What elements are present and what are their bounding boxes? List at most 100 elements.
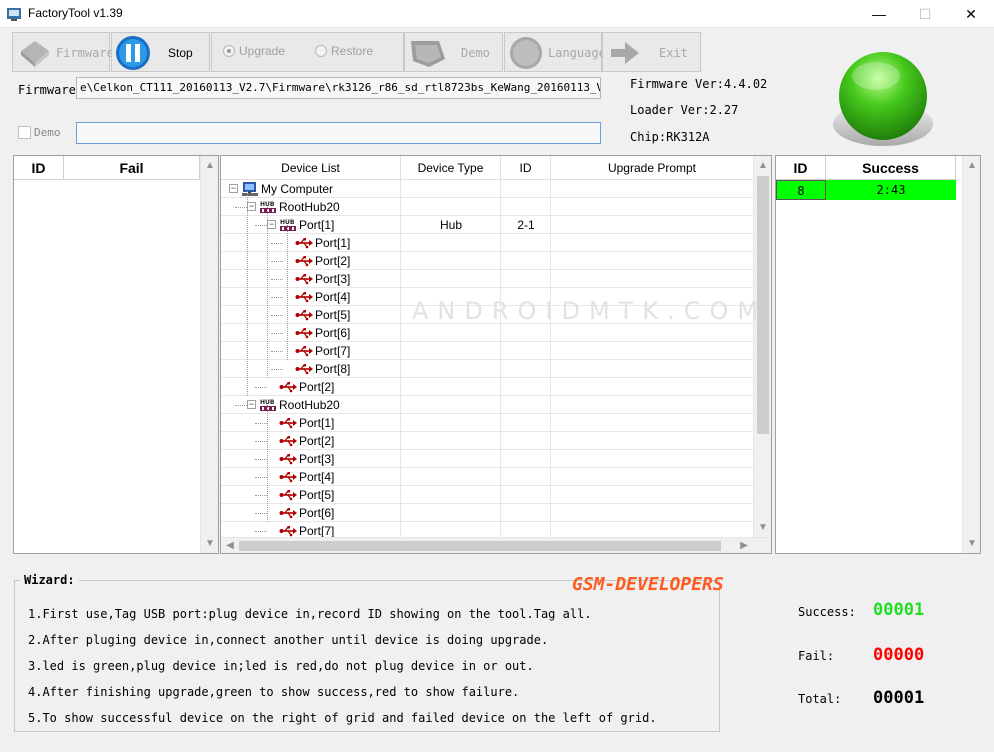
tree-row[interactable]: Port[1] — [221, 414, 754, 432]
tree-cell — [401, 432, 501, 450]
firmware-path-field[interactable]: e\Celkon_CT111_20160113_V2.7\Firmware\rk… — [76, 77, 601, 99]
tree-node-label: Port[1] — [299, 416, 335, 430]
tree-row[interactable]: Port[7] — [221, 342, 754, 360]
tree-row[interactable]: Port[3] — [221, 450, 754, 468]
tree-node-label: Port[8] — [315, 362, 351, 376]
usb-icon — [295, 328, 313, 339]
tree-connector — [271, 261, 283, 262]
stop-button[interactable]: Stop — [111, 32, 210, 72]
tree-node-label: Port[4] — [299, 470, 335, 484]
tree-header-device-list[interactable]: Device List — [221, 156, 401, 180]
collapse-icon[interactable]: − — [267, 220, 276, 229]
tree-cell — [551, 468, 754, 486]
tree-node-label: My Computer — [261, 182, 334, 196]
tree-node-label: Port[1] — [315, 236, 351, 250]
tree-cell — [401, 270, 501, 288]
brand-mark: GSM-DEVELOPERS — [572, 574, 724, 595]
tree-connector — [271, 369, 283, 370]
tree-node-label: Port[2] — [299, 434, 335, 448]
scroll-up-icon[interactable]: ▲ — [201, 158, 218, 174]
tree-row[interactable]: Port[3] — [221, 270, 754, 288]
success-row[interactable]: 8 2:43 — [776, 180, 956, 200]
tree-node-label: Port[7] — [299, 524, 335, 538]
tree-connector — [235, 405, 247, 406]
maximize-button[interactable]: ☐ — [902, 0, 948, 28]
tree-horizontal-scrollbar[interactable]: ◀ ▶ — [221, 537, 771, 553]
usb-icon — [295, 238, 313, 249]
tree-row[interactable]: Port[4] — [221, 468, 754, 486]
wizard-line-3: 3.led is green,plug device in;led is red… — [28, 659, 534, 673]
usb-icon — [295, 364, 313, 375]
fail-count: 00000 — [873, 645, 925, 665]
tree-cell — [501, 414, 551, 432]
demo-button[interactable]: Demo — [404, 32, 503, 72]
success-header-success[interactable]: Success — [826, 156, 956, 180]
tree-guide — [247, 189, 248, 396]
scroll-down-icon[interactable]: ▼ — [963, 536, 980, 552]
usb-icon — [279, 490, 297, 501]
scroll-down-icon[interactable]: ▼ — [201, 536, 218, 552]
usb-icon — [279, 472, 297, 483]
tree-row[interactable]: Port[8] — [221, 360, 754, 378]
success-scrollbar[interactable]: ▲ ▼ — [962, 156, 980, 553]
tree-row[interactable]: − My Computer — [221, 180, 754, 198]
tree-vertical-scrollbar[interactable]: ▲ ▼ — [753, 156, 771, 537]
success-count-label: Success: — [798, 605, 856, 619]
scroll-down-icon[interactable]: ▼ — [754, 520, 771, 536]
tree-cell — [401, 450, 501, 468]
scroll-left-icon[interactable]: ◀ — [221, 538, 239, 553]
fail-header-id[interactable]: ID — [14, 156, 64, 180]
tree-cell — [501, 504, 551, 522]
tree-connector — [271, 333, 283, 334]
tree-node-label: Port[6] — [299, 506, 335, 520]
tree-cell — [401, 180, 501, 198]
tree-row[interactable]: Port[5] — [221, 486, 754, 504]
tree-cell — [501, 234, 551, 252]
tree-node-label: Port[1] — [299, 218, 335, 232]
usb-icon — [295, 256, 313, 267]
tree-hscroll-thumb[interactable] — [239, 541, 721, 551]
demo-checkbox[interactable] — [18, 126, 31, 139]
scroll-right-icon[interactable]: ▶ — [735, 538, 753, 553]
success-header-id[interactable]: ID — [776, 156, 826, 180]
tree-header-device-type[interactable]: Device Type — [401, 156, 501, 180]
exit-button[interactable]: Exit — [602, 32, 701, 72]
tree-row[interactable]: − HUB RootHub20 — [221, 396, 754, 414]
tree-cell — [401, 360, 501, 378]
tree-row[interactable]: Port[6] — [221, 504, 754, 522]
tree-cell — [401, 486, 501, 504]
firmware-button[interactable]: Firmware — [12, 32, 114, 72]
exit-arrow-icon — [611, 42, 639, 64]
chip-info: Chip:RK312A — [630, 130, 710, 144]
tree-row[interactable]: Port[6] — [221, 324, 754, 342]
collapse-icon[interactable]: − — [247, 400, 256, 409]
fail-scrollbar[interactable]: ▲ ▼ — [200, 156, 218, 553]
collapse-icon[interactable]: − — [229, 184, 238, 193]
fail-panel: ID Fail ▲ ▼ — [13, 155, 219, 554]
tree-connector — [271, 315, 283, 316]
tree-row[interactable]: Port[2] — [221, 252, 754, 270]
computer-icon — [242, 182, 258, 196]
tree-connector — [255, 423, 267, 424]
tree-cell — [501, 252, 551, 270]
scroll-up-icon[interactable]: ▲ — [754, 158, 771, 174]
tree-row[interactable]: Port[2] — [221, 432, 754, 450]
tree-header-id[interactable]: ID — [501, 156, 551, 180]
tree-node-label: Port[7] — [315, 344, 351, 358]
tree-row[interactable]: − HUB Port[1] Hub 2-1 — [221, 216, 754, 234]
tree-header-upgrade-prompt[interactable]: Upgrade Prompt — [551, 156, 754, 180]
collapse-icon[interactable]: − — [247, 202, 256, 211]
tree-cell — [501, 180, 551, 198]
scroll-up-icon[interactable]: ▲ — [963, 158, 980, 174]
tree-cell — [501, 468, 551, 486]
tree-row[interactable]: Port[1] — [221, 234, 754, 252]
close-button[interactable]: ✕ — [948, 0, 994, 28]
tree-connector — [271, 351, 283, 352]
minimize-button[interactable]: — — [856, 0, 902, 28]
demo-input[interactable] — [76, 122, 601, 144]
fail-header-fail[interactable]: Fail — [64, 156, 200, 180]
tree-cell — [501, 450, 551, 468]
tree-row[interactable]: − HUB RootHub20 — [221, 198, 754, 216]
language-button[interactable]: Language — [504, 32, 606, 72]
tree-row[interactable]: Port[2] — [221, 378, 754, 396]
